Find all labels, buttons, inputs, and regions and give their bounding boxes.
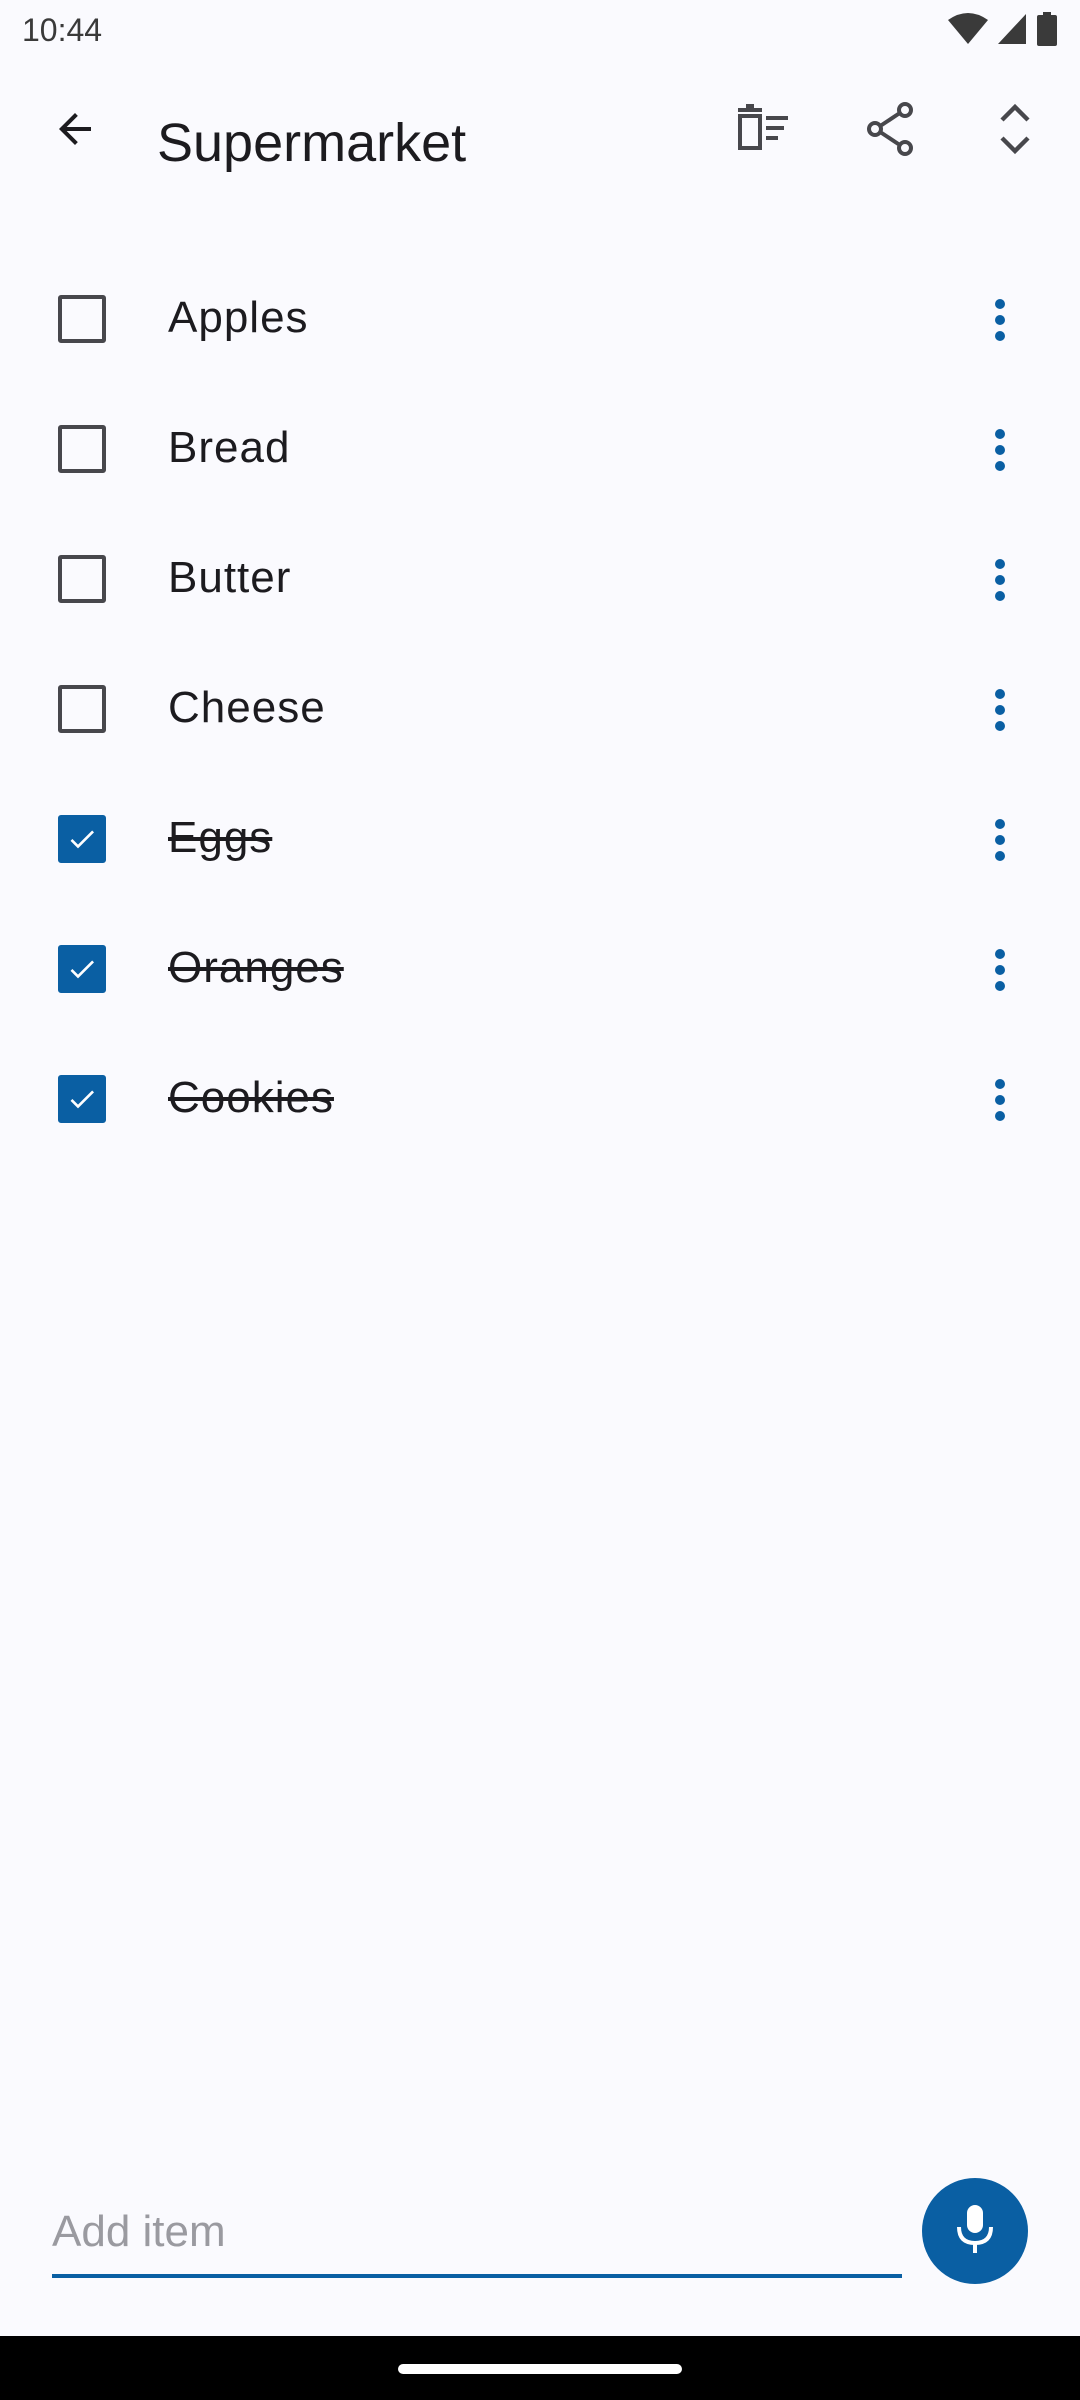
list-item[interactable]: Cookies [0,1035,1080,1165]
checkbox-checked[interactable] [58,1075,106,1123]
list-item[interactable]: Butter [0,515,1080,645]
checkbox-unchecked[interactable] [58,295,106,343]
more-vert-icon [995,819,1005,861]
clear-checked-button[interactable] [718,86,808,176]
item-more-button[interactable] [920,515,1080,645]
item-more-button[interactable] [920,385,1080,515]
home-handle[interactable] [398,2364,682,2374]
item-more-button[interactable] [920,775,1080,905]
shopping-list: Apples Bread Butter Cheese Eggs Oranges Cooki… [0,255,1080,1165]
item-label: Eggs [168,813,273,862]
item-label: Cheese [168,683,326,732]
more-vert-icon [995,1079,1005,1121]
item-label: Butter [168,553,292,602]
list-item[interactable]: Oranges [0,905,1080,1035]
checkbox-checked[interactable] [58,815,106,863]
list-item[interactable]: Apples [0,255,1080,385]
item-more-button[interactable] [920,255,1080,385]
status-icons [948,12,1058,51]
microphone-icon [953,2203,997,2260]
checkbox-unchecked[interactable] [58,425,106,473]
clear-checked-icon [734,103,792,159]
more-vert-icon [995,429,1005,471]
voice-input-button[interactable] [922,2178,1028,2284]
item-label: Bread [168,423,291,472]
checkmark-icon [70,830,94,849]
share-button[interactable] [845,86,935,176]
checkmark-icon [70,960,94,979]
back-button[interactable] [30,86,120,176]
checkbox-checked[interactable] [58,945,106,993]
more-vert-icon [995,949,1005,991]
checkmark-icon [70,1090,94,1109]
wifi-icon [948,12,988,51]
add-item-bar [0,2160,1080,2340]
status-time: 10:44 [22,12,103,48]
item-more-button[interactable] [920,645,1080,775]
expand-collapse-icon [998,102,1032,161]
more-vert-icon [995,689,1005,731]
navigation-bar [0,2336,1080,2400]
checkbox-unchecked[interactable] [58,555,106,603]
list-item[interactable]: Eggs [0,775,1080,905]
item-label: Oranges [168,943,344,992]
back-arrow-icon [51,105,99,158]
item-label: Cookies [168,1073,334,1122]
cellular-icon [996,12,1028,51]
item-more-button[interactable] [920,1035,1080,1165]
item-label: Apples [168,293,309,342]
battery-icon [1036,12,1058,51]
add-item-input[interactable] [52,2200,902,2278]
item-more-button[interactable] [920,905,1080,1035]
share-icon [865,101,915,161]
checkbox-unchecked[interactable] [58,685,106,733]
more-vert-icon [995,299,1005,341]
expand-collapse-button[interactable] [970,86,1060,176]
list-item[interactable]: Cheese [0,645,1080,775]
list-item[interactable]: Bread [0,385,1080,515]
status-bar: 10:44 [0,0,1080,66]
more-vert-icon [995,559,1005,601]
page-title: Supermarket [157,113,467,173]
